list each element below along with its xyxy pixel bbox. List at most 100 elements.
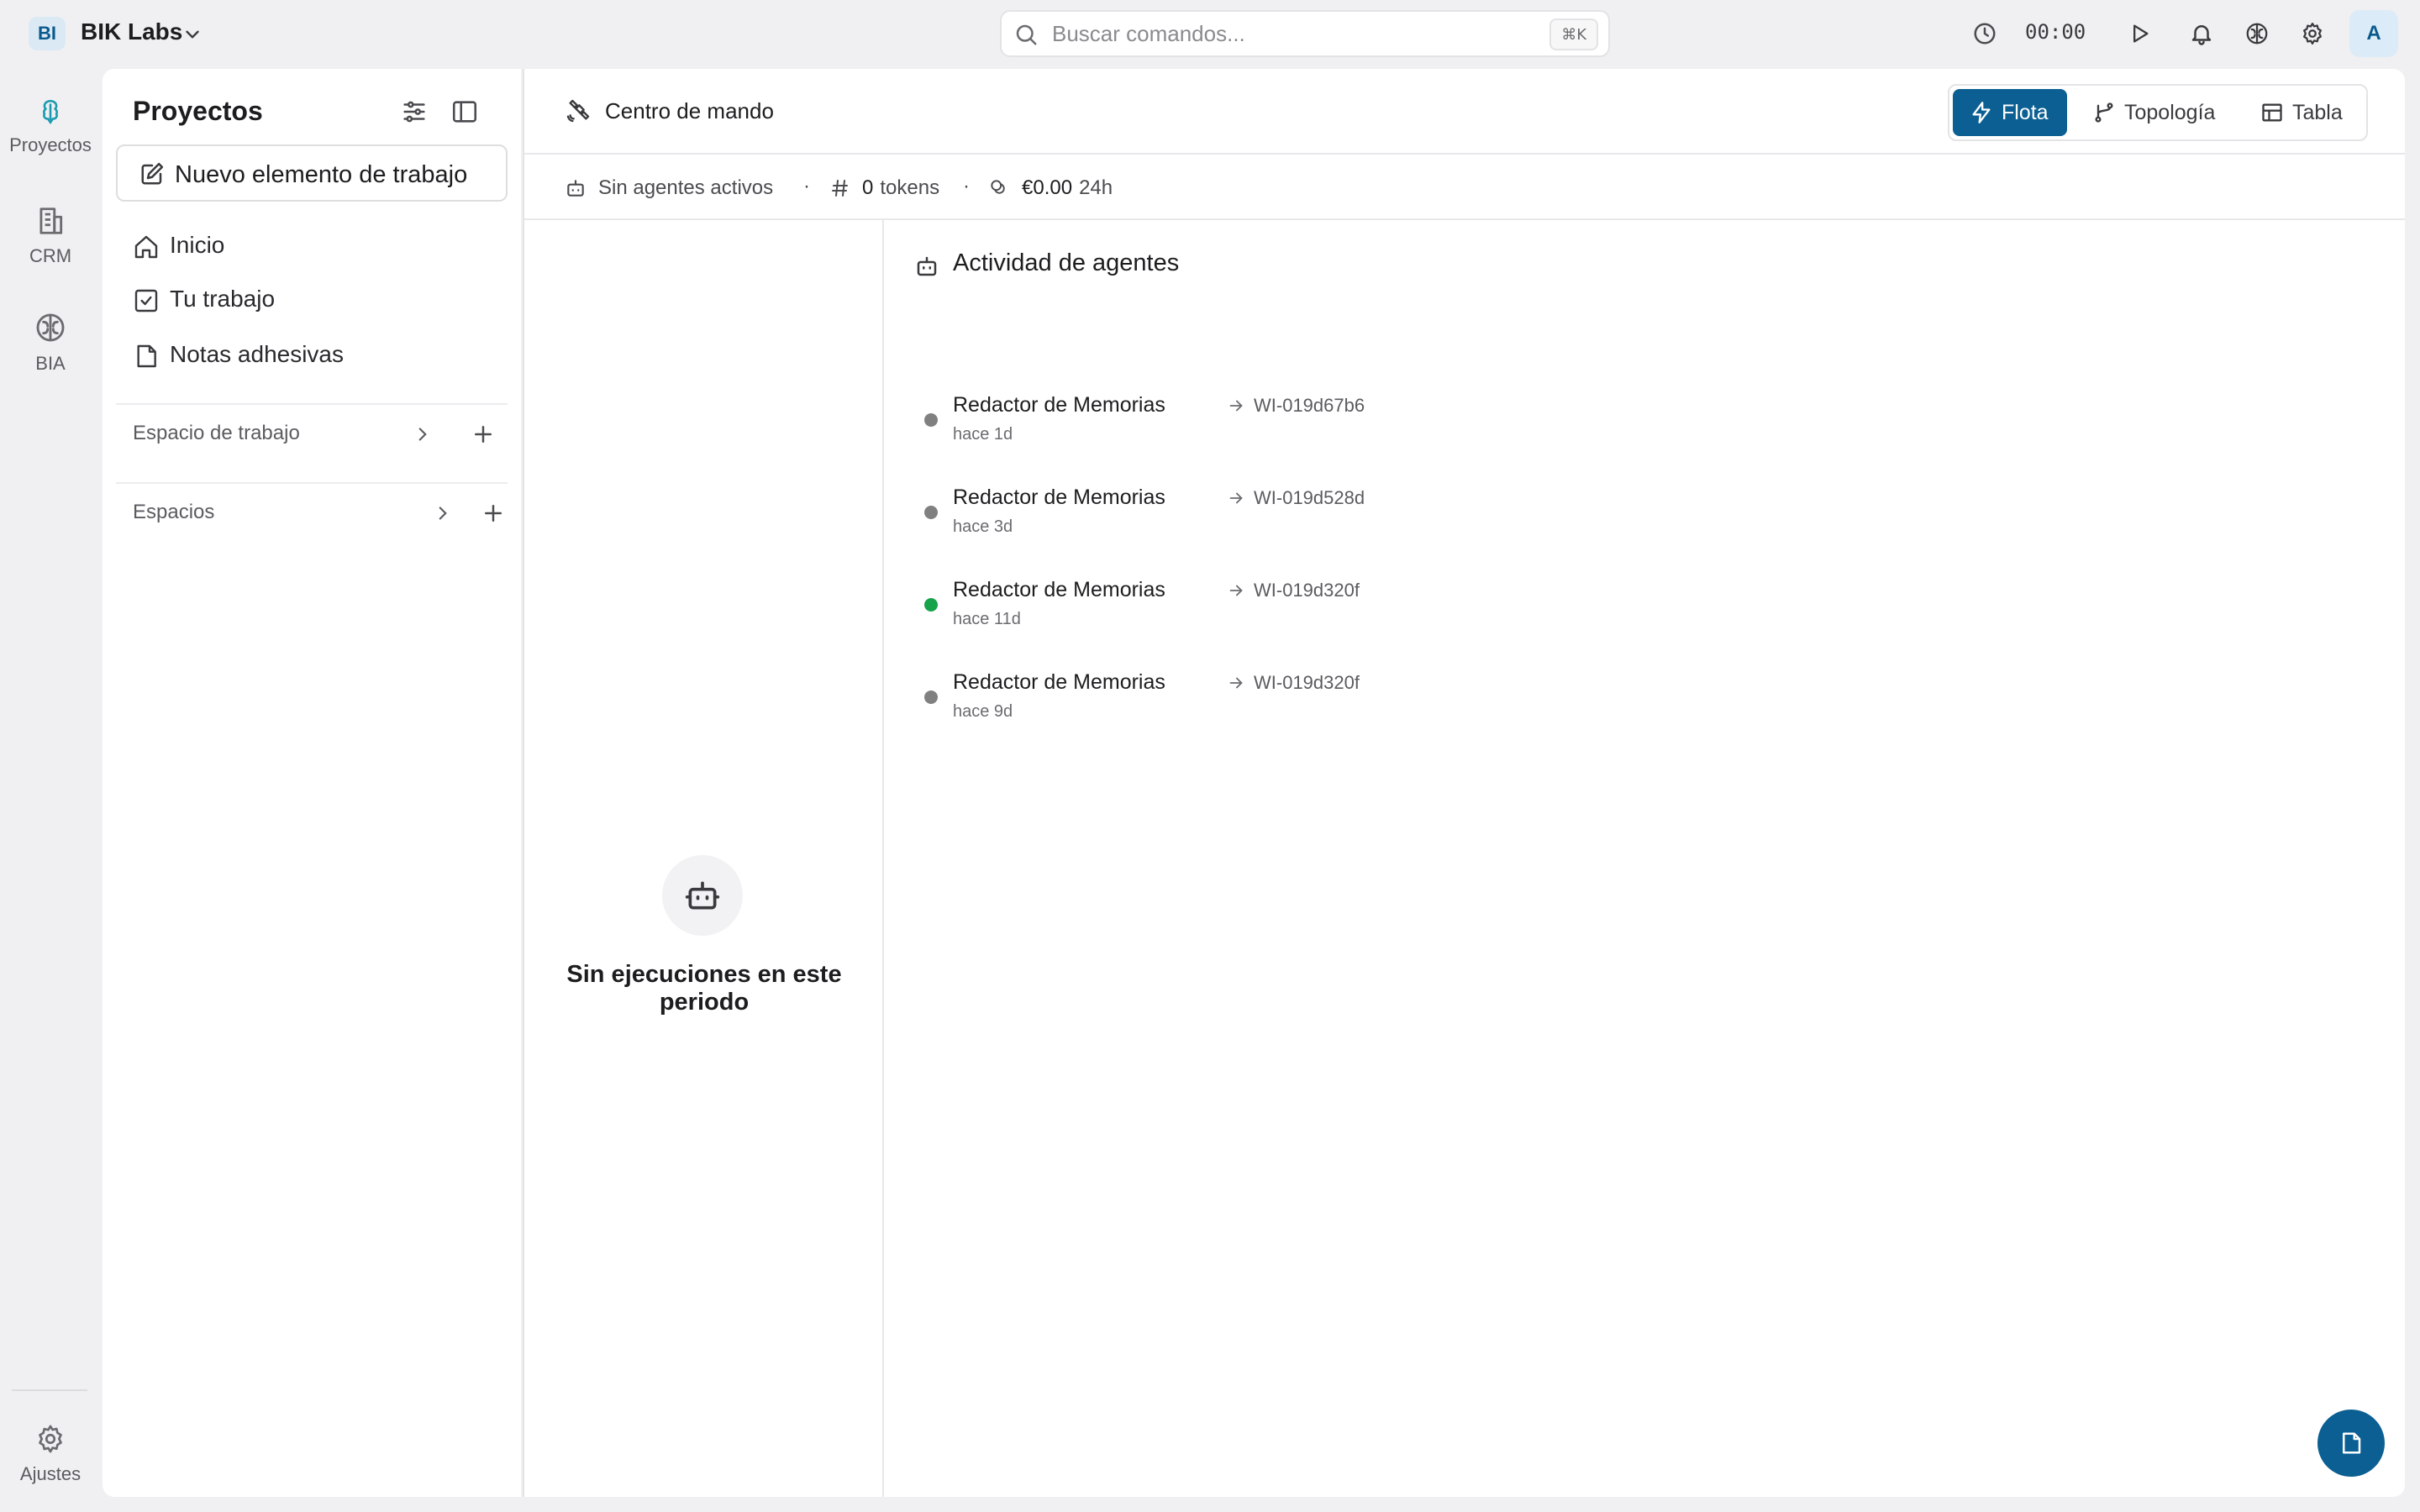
agent-activity: Actividad de agentes Redactor de Memoria… xyxy=(886,220,2407,1497)
agent-name: Redactor de Memorias xyxy=(953,670,1165,694)
work-item-ref[interactable]: WI-019d528d xyxy=(1254,487,1365,509)
edit-icon xyxy=(139,161,165,186)
table-icon xyxy=(2260,101,2284,124)
avatar[interactable]: A xyxy=(2349,10,2398,57)
cost-value: €0.00 xyxy=(1022,176,1073,199)
status-dot xyxy=(924,690,938,704)
work-item-ref[interactable]: WI-019d320f xyxy=(1254,672,1360,694)
arrow-right-icon xyxy=(1227,396,1245,415)
chevron-right-icon[interactable] xyxy=(412,423,434,445)
separator: · xyxy=(963,175,970,197)
arrow-right-icon xyxy=(1227,581,1245,600)
list-item[interactable]: Redactor de Memorias WI-019d320f hace 9d xyxy=(924,664,1597,731)
branch-icon xyxy=(2092,101,2116,124)
rail-label: BIA xyxy=(35,353,66,374)
rail-divider xyxy=(12,1389,87,1391)
plus-icon[interactable] xyxy=(481,501,506,526)
sidebar-item-label: Notas adhesivas xyxy=(170,341,345,367)
gear-icon[interactable] xyxy=(2296,17,2329,50)
sidebar-item-tu-trabajo[interactable]: Tu trabajo xyxy=(133,281,502,321)
timestamp: hace 3d xyxy=(953,517,1013,536)
home-icon xyxy=(133,234,160,260)
plus-icon[interactable] xyxy=(471,422,496,447)
work-item-ref[interactable]: WI-019d67b6 xyxy=(1254,395,1365,417)
rail-item-crm[interactable]: CRM xyxy=(0,205,101,267)
play-icon[interactable] xyxy=(2123,17,2156,50)
rail-item-settings[interactable]: Ajustes xyxy=(0,1423,101,1485)
panel-toggle-icon[interactable] xyxy=(450,97,479,126)
active-agents-text: Sin agentes activos xyxy=(598,176,774,199)
list-item[interactable]: Redactor de Memorias WI-019d67b6 hace 1d xyxy=(924,386,1597,454)
chevron-down-icon[interactable] xyxy=(182,24,203,45)
section-espacio-de-trabajo: Espacio de trabajo xyxy=(133,415,511,452)
arrow-right-icon xyxy=(1227,674,1245,692)
robot-icon xyxy=(565,177,587,199)
search-input[interactable] xyxy=(1052,18,1523,49)
sidebar-item-inicio[interactable]: Inicio xyxy=(133,227,502,267)
satellite-icon xyxy=(565,97,592,124)
sidebar-item-notas-adhesivas[interactable]: Notas adhesivas xyxy=(133,336,502,376)
tab-topologia[interactable]: Topología xyxy=(2075,89,2235,136)
sidebar-item-label: Tu trabajo xyxy=(170,286,276,312)
work-item-ref[interactable]: WI-019d320f xyxy=(1254,580,1360,601)
tab-flota[interactable]: Flota xyxy=(1953,89,2067,136)
gear-icon xyxy=(0,1423,101,1455)
status-dot xyxy=(924,598,938,612)
page-title: Centro de mando xyxy=(605,98,774,123)
chevron-right-icon[interactable] xyxy=(432,502,454,524)
timestamp: hace 11d xyxy=(953,610,1021,628)
hash-icon xyxy=(830,178,850,198)
command-center-panel: Centro de mando Flota Topología Tabla Si… xyxy=(523,69,2405,1497)
rail-item-bia[interactable]: BIA xyxy=(0,311,101,375)
org-badge[interactable]: BI xyxy=(29,17,66,50)
agent-name: Redactor de Memorias xyxy=(953,393,1165,417)
rail-label: CRM xyxy=(29,245,72,266)
timer-display: 00:00 xyxy=(2025,20,2086,44)
section-espacios: Espacios xyxy=(133,494,511,531)
note-icon xyxy=(133,343,160,370)
status-dot xyxy=(924,506,938,519)
divider xyxy=(116,482,508,484)
filter-icon[interactable] xyxy=(400,97,429,126)
shortcut-badge: ⌘K xyxy=(1549,18,1598,50)
divider xyxy=(116,403,508,405)
timestamp: hace 1d xyxy=(953,425,1013,444)
rail-item-proyectos[interactable]: Proyectos xyxy=(0,97,101,156)
checkbox-icon xyxy=(133,287,160,314)
list-item[interactable]: Redactor de Memorias WI-019d320f hace 11… xyxy=(924,571,1597,638)
view-switcher: Flota Topología Tabla xyxy=(1948,84,2368,141)
search-icon xyxy=(1013,22,1039,47)
sidebar-title: Proyectos xyxy=(133,96,263,126)
sticky-note-button[interactable] xyxy=(2317,1410,2385,1477)
command-search[interactable]: ⌘K xyxy=(1000,10,1610,57)
bell-icon[interactable] xyxy=(2185,17,2218,50)
new-work-item-button[interactable]: Nuevo elemento de trabajo xyxy=(116,144,508,202)
section-label[interactable]: Espacio de trabajo xyxy=(133,422,300,445)
brain-icon[interactable] xyxy=(2240,17,2274,50)
section-label[interactable]: Espacios xyxy=(133,501,214,524)
robot-icon xyxy=(914,254,939,279)
coins-icon xyxy=(988,177,1010,199)
cost-period: 24h xyxy=(1079,176,1113,199)
tokens-value: 0 xyxy=(862,176,874,199)
stats-bar: Sin agentes activos · 0 tokens · €0.00 2… xyxy=(524,155,2405,220)
clock-icon[interactable] xyxy=(1968,17,2002,50)
cost-stat: €0.00 24h xyxy=(988,176,1113,200)
runs-pane: Sin ejecuciones en este periodo xyxy=(524,220,884,1497)
tab-label: Tabla xyxy=(2292,100,2343,124)
tab-tabla[interactable]: Tabla xyxy=(2244,89,2365,136)
activity-title: Actividad de agentes xyxy=(953,249,1180,276)
rail-label: Ajustes xyxy=(19,1463,82,1484)
list-item[interactable]: Redactor de Memorias WI-019d528d hace 3d xyxy=(924,479,1597,546)
timestamp: hace 9d xyxy=(953,702,1013,721)
separator: · xyxy=(803,175,810,197)
status-dot xyxy=(924,413,938,427)
main-header: Centro de mando Flota Topología Tabla xyxy=(524,69,2405,155)
building-icon xyxy=(0,205,101,237)
tokens-label: tokens xyxy=(880,176,940,199)
tab-label: Flota xyxy=(2002,100,2049,124)
org-name[interactable]: BIK Labs xyxy=(81,18,182,45)
tab-label: Topología xyxy=(2124,100,2216,124)
sidebar-item-label: Inicio xyxy=(170,232,225,258)
new-work-item-label: Nuevo elemento de trabajo xyxy=(175,161,468,188)
